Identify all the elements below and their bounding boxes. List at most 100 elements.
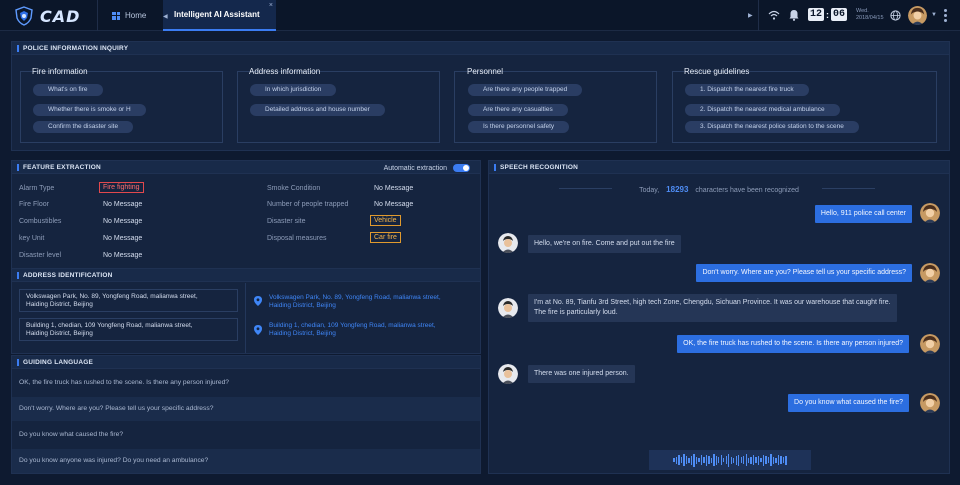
caller-avatar [498,233,518,253]
panel-title: SPEECH RECOGNITION [500,163,578,171]
address-line: Haiding District, Beijing [26,301,93,308]
address-identification-panel: ADDRESS IDENTIFICATION Volkswagen Park, … [11,268,481,354]
panel-title: FEATURE EXTRACTION [23,163,101,171]
clock-colon: : [826,9,830,20]
inquiry-group-address-information: Address information In which jurisdictio… [229,58,440,143]
top-bar: CAD Home Intelligent AI Assistant × ◀ ▶ … [0,0,960,31]
top-right-tools: ▶ 12 : 06 Wed. 2018/04/15 ▼ [748,0,960,31]
panel-header: SPEECH RECOGNITION [489,161,949,174]
address-link-line: Building 1, chedian, 109 Yongfeng Road, … [269,322,436,329]
panel-title: ADDRESS IDENTIFICATION [23,271,113,279]
feature-extraction-panel: FEATURE EXTRACTION Automatic extraction … [11,160,481,269]
address-link-line: Haiding District, Beijing [269,301,336,309]
guide-item[interactable]: Do you know anyone was injured? Do you n… [12,449,480,473]
address-link[interactable]: Building 1, chedian, 109 Yongfeng Road, … [269,322,469,337]
divider [822,188,875,189]
counter-value: 18293 [666,185,689,194]
address-line: Volkswagen Park, No. 89, Yongfeng Road, … [26,293,198,300]
disaster-site-tag: Vehicle [370,215,401,226]
tab-home[interactable]: Home [104,0,162,31]
feature-label: Disposal measures [267,235,327,242]
inquiry-chip[interactable]: Are there any people trapped [468,84,583,96]
feature-value: No Message [374,201,414,208]
guide-item[interactable]: OK, the fire truck has rushed to the sce… [12,371,480,395]
location-pin-icon [254,325,262,335]
inquiry-chip[interactable]: Whether there is smoke or H [33,104,146,116]
chat-message-operator: Do you know what caused the fire? [788,394,909,412]
feature-label: Fire Floor [19,201,49,208]
guiding-language-panel: GUIDING LANGUAGE OK, the fire truck has … [11,355,481,474]
feature-value: No Message [103,201,143,208]
clock-minute: 06 [831,8,848,21]
address-link-line: Volkswagen Park, No. 89, Yongfeng Road, … [269,294,441,301]
divider [758,0,759,31]
inquiry-group-fire-information: Fire information What's on fire Whether … [12,58,223,143]
guide-item[interactable]: Don't worry. Where are you? Please tell … [12,397,480,421]
automatic-extraction-control: Automatic extraction [384,164,470,172]
user-avatar[interactable] [908,6,927,25]
location-pin-icon [254,296,262,306]
caller-avatar [498,364,518,384]
wifi-icon[interactable] [768,10,780,20]
feature-label: Alarm Type [19,185,55,192]
clock: 12 : 06 [808,8,848,21]
inquiry-chip[interactable]: Are there any casualties [468,104,568,116]
operator-avatar [920,263,940,283]
shield-logo-icon [15,6,33,26]
tab-active-label: Intelligent AI Assistant [174,10,260,19]
address-link[interactable]: Volkswagen Park, No. 89, Yongfeng Road, … [269,294,469,309]
feature-label: Number of people trapped [267,201,349,208]
operator-avatar [920,393,940,413]
inquiry-chip[interactable]: Is there personnel safety [468,121,570,133]
caller-avatar [498,298,518,318]
recognized-counter: Today, 18293 characters have been recogn… [489,185,949,194]
address-input[interactable]: Building 1, chedian, 109 Yongfeng Road, … [19,318,238,341]
chevron-down-icon[interactable]: ▼ [931,12,937,18]
feature-label: key Unit [19,235,45,242]
police-information-inquiry-panel: POLICE INFORMATION INQUIRY Fire informat… [11,41,950,151]
address-input[interactable]: Volkswagen Park, No. 89, Yongfeng Road, … [19,289,238,312]
chat-message-operator: Don't worry. Where are you? Please tell … [696,264,912,282]
operator-avatar [920,334,940,354]
more-icon[interactable] [944,9,947,22]
inquiry-group-title: Personnel [467,67,504,76]
guide-item[interactable]: Do you know what caused the fire? [12,423,480,447]
automatic-extraction-toggle[interactable] [453,164,470,172]
inquiry-chip[interactable]: 3. Dispatch the nearest police station t… [685,121,859,133]
inquiry-chip[interactable]: What's on fire [33,84,103,96]
chat-message-caller: Hello, we're on fire. Come and put out t… [528,235,681,253]
close-icon[interactable]: × [269,2,273,9]
inquiry-chip[interactable]: Detailed address and house number [250,104,385,116]
chevron-left-icon[interactable]: ◀ [163,13,168,20]
panel-title: GUIDING LANGUAGE [23,358,94,366]
inquiry-chip[interactable]: 2. Dispatch the nearest medical ambulanc… [685,104,840,116]
logo[interactable]: CAD [14,5,80,27]
inquiry-chip[interactable]: Confirm the disaster site [33,121,134,133]
chat-message-line: I'm at No. 89, Tianfu 3rd Street, high t… [534,299,891,306]
microphone-wave-icon[interactable] [649,450,811,470]
feature-value: No Message [103,218,143,225]
automatic-extraction-label: Automatic extraction [383,164,447,172]
feature-label: Smoke Condition [267,185,321,192]
feature-label: Combustibles [19,218,62,225]
bell-icon[interactable] [789,9,799,21]
chevron-right-icon[interactable]: ▶ [748,12,753,19]
divider [245,283,246,353]
grid-icon [112,11,120,20]
date-weekday: Wed. [856,8,869,14]
inquiry-group-title: Address information [249,67,321,76]
inquiry-group-title: Fire information [32,67,88,76]
inquiry-chip[interactable]: 1. Dispatch the nearest fire truck [685,84,809,96]
counter-prefix: Today, [639,187,660,194]
alarm-type-tag: Fire fighting [99,182,144,193]
date-value: 2018/04/15 [856,15,884,21]
tab-intelligent-ai-assistant[interactable]: Intelligent AI Assistant × [163,0,276,31]
inquiry-chip[interactable]: In which jurisdiction [250,84,337,96]
globe-icon[interactable] [890,10,901,21]
panel-header: ADDRESS IDENTIFICATION [12,269,480,282]
inquiry-group-rescue-guidelines: Rescue guidelines 1. Dispatch the neares… [664,58,937,143]
counter-suffix: characters have been recognized [695,187,799,194]
address-link-line: Haiding District, Beijing [269,329,336,337]
inquiry-group-personnel: Personnel Are there any people trapped A… [446,58,657,143]
feature-value: No Message [374,185,414,192]
